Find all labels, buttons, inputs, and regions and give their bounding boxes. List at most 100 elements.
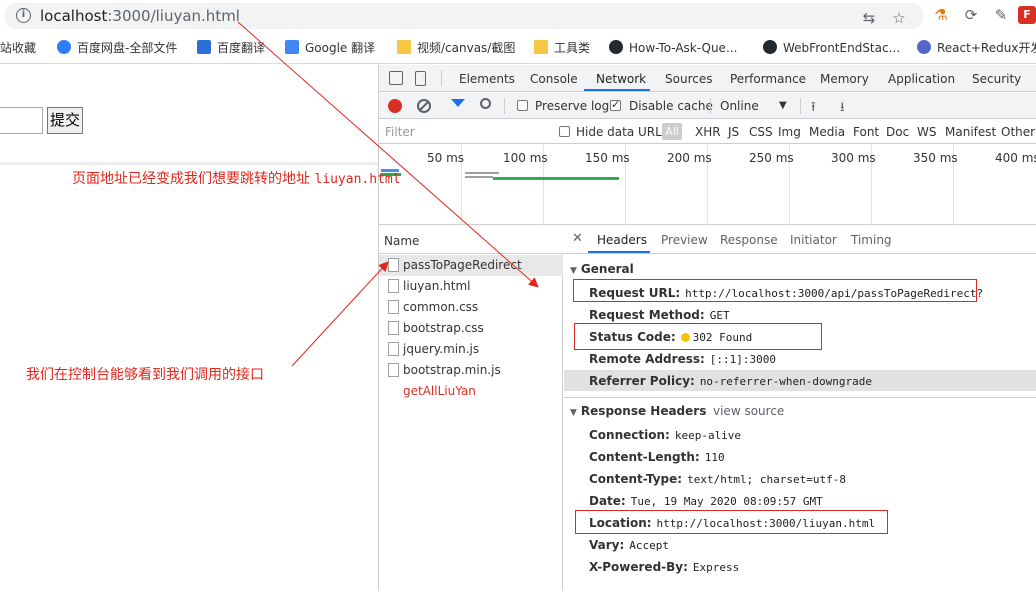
filter-all-button[interactable]: All bbox=[662, 123, 682, 140]
content-length-row: Content-Length: 110 bbox=[589, 450, 725, 464]
tab-network[interactable]: Network bbox=[596, 72, 646, 86]
filter-media[interactable]: Media bbox=[809, 125, 845, 139]
filter-input[interactable]: Filter bbox=[381, 122, 541, 142]
inspect-element-icon[interactable] bbox=[389, 71, 403, 85]
url-host: localhost bbox=[40, 7, 108, 25]
highlight-location bbox=[575, 510, 888, 534]
bookmark-folder-video[interactable]: 视频/canvas/截图 bbox=[397, 40, 515, 56]
preserve-log-checkbox[interactable] bbox=[517, 100, 528, 111]
tab-preview[interactable]: Preview bbox=[661, 233, 708, 247]
chevron-down-icon[interactable]: ▼ bbox=[779, 100, 787, 111]
tab-console[interactable]: Console bbox=[530, 72, 578, 86]
filter-doc[interactable]: Doc bbox=[886, 125, 909, 139]
request-row[interactable]: jquery.min.js bbox=[379, 339, 563, 360]
request-row[interactable]: liuyan.html bbox=[379, 276, 563, 297]
info-icon[interactable]: i bbox=[16, 8, 31, 23]
disable-cache-checkbox[interactable] bbox=[610, 98, 621, 111]
translate-page-icon[interactable]: ⇆ bbox=[860, 9, 878, 27]
filter-icon[interactable] bbox=[451, 99, 465, 107]
document-icon bbox=[388, 321, 399, 335]
disable-cache-label: Disable cache bbox=[629, 99, 713, 113]
filter-ws[interactable]: WS bbox=[917, 125, 936, 139]
bookmark-webfrontend[interactable]: WebFrontEndStac... bbox=[763, 40, 900, 56]
extension-icon[interactable]: ⚗ bbox=[932, 6, 950, 24]
tab-performance[interactable]: Performance bbox=[730, 72, 806, 86]
document-icon bbox=[388, 258, 399, 272]
throttling-select[interactable]: Online bbox=[720, 99, 759, 113]
search-icon[interactable] bbox=[480, 98, 491, 109]
bookmark-folder-tools[interactable]: 工具类 bbox=[534, 40, 590, 56]
timeline-label: 250 ms bbox=[749, 151, 794, 165]
close-icon[interactable]: ✕ bbox=[572, 231, 583, 246]
tab-initiator[interactable]: Initiator bbox=[790, 233, 837, 247]
extension-sync-icon[interactable]: ⟳ bbox=[962, 6, 980, 24]
request-row[interactable]: passToPageRedirect bbox=[379, 255, 563, 276]
import-har-icon[interactable]: ⭱ bbox=[811, 98, 816, 120]
timeline-label: 100 ms bbox=[503, 151, 548, 165]
request-row[interactable]: common.css bbox=[379, 297, 563, 318]
bookmark-baidu-translate[interactable]: 百度翻译 bbox=[197, 40, 265, 56]
clear-icon[interactable] bbox=[417, 99, 431, 113]
github-icon bbox=[609, 40, 623, 54]
request-row[interactable]: getAllLiuYan bbox=[379, 381, 563, 402]
omnibox[interactable]: i localhost:3000/liuyan.html ⇆ ☆ bbox=[4, 3, 924, 29]
filter-manifest[interactable]: Manifest bbox=[945, 125, 996, 139]
tab-elements[interactable]: Elements bbox=[459, 72, 515, 86]
preserve-log-label: Preserve log bbox=[535, 99, 610, 113]
detail-tabbar: ✕ Headers Preview Response Initiator Tim… bbox=[564, 226, 1036, 254]
active-tab-indicator bbox=[584, 89, 650, 91]
tab-timing[interactable]: Timing bbox=[851, 233, 892, 247]
bookmark-baidu-pan[interactable]: 百度网盘-全部文件 bbox=[57, 40, 177, 56]
general-section-toggle[interactable]: ▼ General bbox=[570, 262, 634, 276]
document-icon bbox=[388, 363, 399, 377]
filter-js[interactable]: JS bbox=[728, 125, 739, 139]
tab-headers[interactable]: Headers bbox=[597, 233, 647, 247]
tab-response[interactable]: Response bbox=[720, 233, 778, 247]
filter-other[interactable]: Other bbox=[1001, 125, 1035, 139]
view-source-link[interactable]: view source bbox=[713, 404, 784, 418]
request-row[interactable]: bootstrap.css bbox=[379, 318, 563, 339]
request-row[interactable]: bootstrap.min.js bbox=[379, 360, 563, 381]
hide-data-urls-checkbox[interactable] bbox=[559, 126, 570, 137]
device-toolbar-icon[interactable] bbox=[415, 71, 426, 86]
timeline-label: 150 ms bbox=[585, 151, 630, 165]
bookmark-react-redux[interactable]: React+Redux开发 bbox=[917, 40, 1036, 56]
filter-bar: Filter Hide data URLs All XHR JS CSS Img… bbox=[379, 120, 1036, 144]
triangle-down-icon: ▼ bbox=[570, 408, 577, 418]
timeline-bar bbox=[465, 172, 499, 174]
name-column-header[interactable]: Name bbox=[379, 226, 563, 254]
filter-font[interactable]: Font bbox=[853, 125, 879, 139]
timeline-label: 400 ms bbox=[995, 151, 1036, 165]
url-text[interactable]: localhost:3000/liuyan.html bbox=[40, 7, 240, 25]
bookmark-star-icon[interactable]: ☆ bbox=[890, 9, 908, 27]
highlight-status-code bbox=[574, 323, 822, 350]
filter-xhr[interactable]: XHR bbox=[695, 125, 721, 139]
triangle-down-icon: ▼ bbox=[570, 266, 577, 276]
x-powered-by-row: X-Powered-By: Express bbox=[589, 560, 740, 574]
extension-tool-icon[interactable]: ✎ bbox=[992, 6, 1010, 24]
annotation-api-visible: 我们在控制台能够看到我们调用的接口 bbox=[26, 367, 264, 383]
github-icon bbox=[763, 40, 777, 54]
tab-memory[interactable]: Memory bbox=[820, 72, 869, 86]
tab-sources[interactable]: Sources bbox=[665, 72, 712, 86]
record-icon[interactable] bbox=[388, 99, 402, 113]
message-input[interactable] bbox=[0, 107, 43, 134]
request-list: Name passToPageRedirect liuyan.html comm… bbox=[379, 226, 563, 591]
document-icon bbox=[388, 279, 399, 293]
bookmark-collections[interactable]: 站收藏 bbox=[0, 40, 36, 56]
content-type-row: Content-Type: text/html; charset=utf-8 bbox=[589, 472, 847, 486]
bookmark-how-to-ask[interactable]: How-To-Ask-Que... bbox=[609, 40, 737, 56]
filter-img[interactable]: Img bbox=[778, 125, 801, 139]
bookmark-google-translate[interactable]: Google 翻译 bbox=[285, 40, 375, 56]
network-toolbar: Preserve log Disable cache Online ▼ ⭱ ⭳ bbox=[379, 93, 1036, 119]
response-headers-toggle[interactable]: ▼ Response Headers bbox=[570, 404, 706, 418]
tab-application[interactable]: Application bbox=[888, 72, 955, 86]
translate-icon bbox=[197, 40, 211, 54]
tab-security[interactable]: Security bbox=[972, 72, 1021, 86]
active-tab-indicator bbox=[588, 251, 650, 253]
extension-f-icon[interactable]: F bbox=[1018, 6, 1036, 24]
submit-button[interactable]: 提交 bbox=[47, 107, 83, 134]
network-overview[interactable]: 50 ms 100 ms 150 ms 200 ms 250 ms 300 ms… bbox=[379, 145, 1036, 225]
export-har-icon[interactable]: ⭳ bbox=[840, 98, 845, 120]
filter-css[interactable]: CSS bbox=[749, 125, 773, 139]
